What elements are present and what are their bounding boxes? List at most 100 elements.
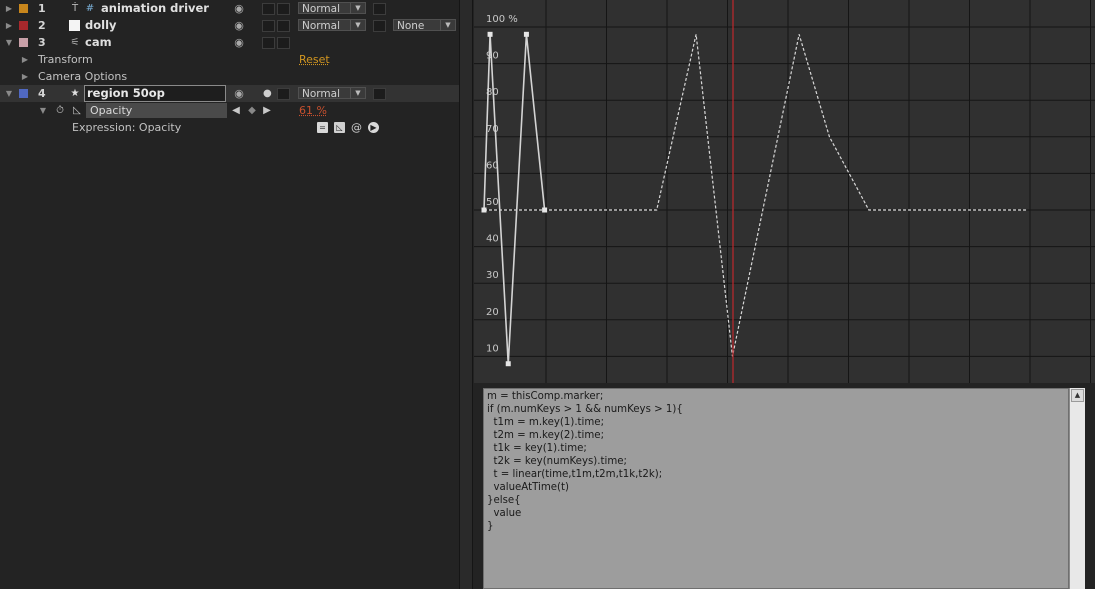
expand-triangle-icon[interactable]: ▶ [19, 51, 31, 68]
dropdown-arrow-icon: ▼ [350, 88, 365, 99]
opacity-property-bar[interactable]: Opacity [86, 103, 227, 118]
y-axis-tick-label: 20 [486, 307, 499, 318]
trkmat-dropdown[interactable]: None ▼ [393, 19, 456, 32]
label-color-swatch[interactable] [19, 38, 28, 47]
switch-box[interactable] [277, 20, 290, 32]
y-axis-tick-label: 40 [486, 234, 499, 245]
prev-keyframe-icon[interactable]: ◀ [231, 102, 241, 119]
layer-name[interactable]: animation driver [101, 0, 209, 17]
eye-icon[interactable]: ◉ [232, 85, 246, 102]
camera-options-row[interactable]: ▶ Camera Options [0, 68, 459, 85]
pickwhip-icon[interactable]: @ [351, 122, 362, 133]
layer-name[interactable]: cam [85, 34, 112, 51]
dropdown-arrow-icon: ▼ [350, 20, 365, 31]
label-color-swatch[interactable] [19, 4, 28, 13]
collapse-triangle-icon[interactable]: ▼ [3, 34, 15, 51]
y-axis-tick-label: 50 [486, 197, 499, 208]
transform-group-row[interactable]: ▶ Transform Reset [0, 51, 459, 68]
layer-name[interactable]: dolly [85, 17, 117, 34]
expression-code: m = thisComp.marker; if (m.numKeys > 1 &… [487, 391, 683, 532]
blend-mode-value: Normal [302, 88, 340, 100]
trkmat-box[interactable] [373, 88, 386, 100]
opacity-label: Opacity [90, 104, 133, 117]
transform-label: Transform [38, 53, 93, 66]
expand-triangle-icon[interactable]: ▶ [3, 0, 15, 17]
graph-toggle-icon[interactable]: ◺ [70, 104, 84, 117]
y-axis-tick-label: 10 [486, 343, 499, 354]
switch-box[interactable] [277, 3, 290, 15]
expression-row: Expression: Opacity = ◺ @ ▶ [0, 119, 459, 136]
keyframe-handle [523, 31, 529, 37]
camera-icon: ⚟ [70, 37, 80, 48]
quality-dot-icon[interactable]: ● [263, 85, 272, 102]
y-axis-tick-label: 30 [486, 270, 499, 281]
blend-mode-dropdown[interactable]: Normal ▼ [298, 87, 366, 100]
keyframe-handle [542, 207, 548, 213]
opacity-property-row[interactable]: ▼ ⏱ Opacity ◺ ◀ ◆ ▶ 61 % [0, 102, 459, 119]
expand-triangle-icon[interactable]: ▶ [3, 17, 15, 34]
expression-label: Expression: Opacity [72, 121, 182, 134]
label-color-swatch[interactable] [19, 89, 28, 98]
layer-number: 3 [38, 36, 46, 49]
layer-row-4[interactable]: ▼ 4 ★ region 50op ◉ ● Normal ▼ [0, 85, 459, 102]
expression-enable-icon[interactable]: = [317, 122, 328, 133]
eye-icon[interactable]: ◉ [232, 34, 246, 51]
collapse-triangle-icon[interactable]: ▼ [3, 85, 15, 102]
layer-row-2[interactable]: ▶ 2 dolly ◉ Normal ▼ None ▼ [0, 17, 459, 34]
text-null-icon: Ṫ [71, 3, 79, 14]
layer-row-1[interactable]: ▶ 1 Ṫ # animation driver ◉ Normal ▼ [0, 0, 459, 17]
trkmat-value: None [397, 20, 425, 32]
layer-number: 4 [38, 87, 46, 100]
graph-icon[interactable]: ◺ [334, 122, 345, 133]
expression-language-menu-icon[interactable]: ▶ [368, 122, 379, 133]
opacity-value[interactable]: 61 % [299, 102, 327, 119]
timeline-layer-panel: ▶ 1 Ṫ # animation driver ◉ Normal ▼ ▶ 2 … [0, 0, 459, 589]
collapse-triangle-icon[interactable]: ▼ [37, 102, 49, 119]
vertical-scrollbar[interactable]: ▲ [1069, 388, 1085, 589]
panel-divider[interactable] [459, 0, 473, 589]
y-axis-tick-label: 100 % [486, 14, 518, 25]
next-keyframe-icon[interactable]: ▶ [262, 102, 272, 119]
expression-value-dashed-curve [484, 34, 1027, 357]
keyframe-handle [487, 31, 493, 37]
expand-triangle-icon[interactable]: ▶ [19, 68, 31, 85]
solid-icon [69, 20, 80, 31]
dropdown-arrow-icon: ▼ [440, 20, 455, 31]
right-strip [1085, 388, 1095, 589]
expression-editor-field[interactable]: m = thisComp.marker; if (m.numKeys > 1 &… [483, 388, 1069, 589]
blend-mode-dropdown[interactable]: Normal ▼ [298, 19, 366, 32]
add-keyframe-icon[interactable]: ◆ [247, 102, 257, 119]
eye-icon[interactable]: ◉ [232, 17, 246, 34]
switch-box[interactable] [277, 88, 290, 100]
blend-mode-value: Normal [302, 20, 340, 32]
trkmat-box[interactable] [373, 3, 386, 15]
layer-number: 2 [38, 19, 46, 32]
transform-reset-link[interactable]: Reset [299, 51, 330, 68]
switch-box[interactable] [262, 20, 275, 32]
stopwatch-icon[interactable]: ⏱ [53, 102, 67, 119]
y-axis-tick-label: 70 [486, 124, 499, 135]
trkmat-box[interactable] [373, 20, 386, 32]
dropdown-arrow-icon: ▼ [350, 3, 365, 14]
star-icon: ★ [70, 88, 80, 99]
eye-icon[interactable]: ◉ [232, 0, 246, 17]
layer-number: 1 [38, 2, 46, 15]
layer-row-3[interactable]: ▼ 3 ⚟ cam ◉ [0, 34, 459, 51]
switch-box[interactable] [262, 37, 275, 49]
scroll-up-arrow-icon[interactable]: ▲ [1071, 389, 1084, 402]
blend-mode-value: Normal [302, 3, 340, 15]
y-axis-tick-label: 90 [486, 51, 499, 62]
layer-name: region 50op [87, 86, 165, 100]
keyframe-handle [481, 207, 487, 213]
switch-box[interactable] [262, 3, 275, 15]
keyframe-handle [505, 361, 511, 367]
camera-options-label: Camera Options [38, 70, 128, 83]
layer-name-edit-field[interactable]: region 50op [84, 85, 226, 102]
grid-icon: # [85, 3, 95, 14]
graph-editor[interactable]: 100 % 90 80 70 60 50 40 30 20 10 [474, 0, 1095, 383]
expression-editor-panel: m = thisComp.marker; if (m.numKeys > 1 &… [474, 383, 1095, 589]
switch-box[interactable] [277, 37, 290, 49]
label-color-swatch[interactable] [19, 21, 28, 30]
graph-canvas[interactable]: 100 %908070605040302010 [474, 0, 1095, 383]
blend-mode-dropdown[interactable]: Normal ▼ [298, 2, 366, 15]
